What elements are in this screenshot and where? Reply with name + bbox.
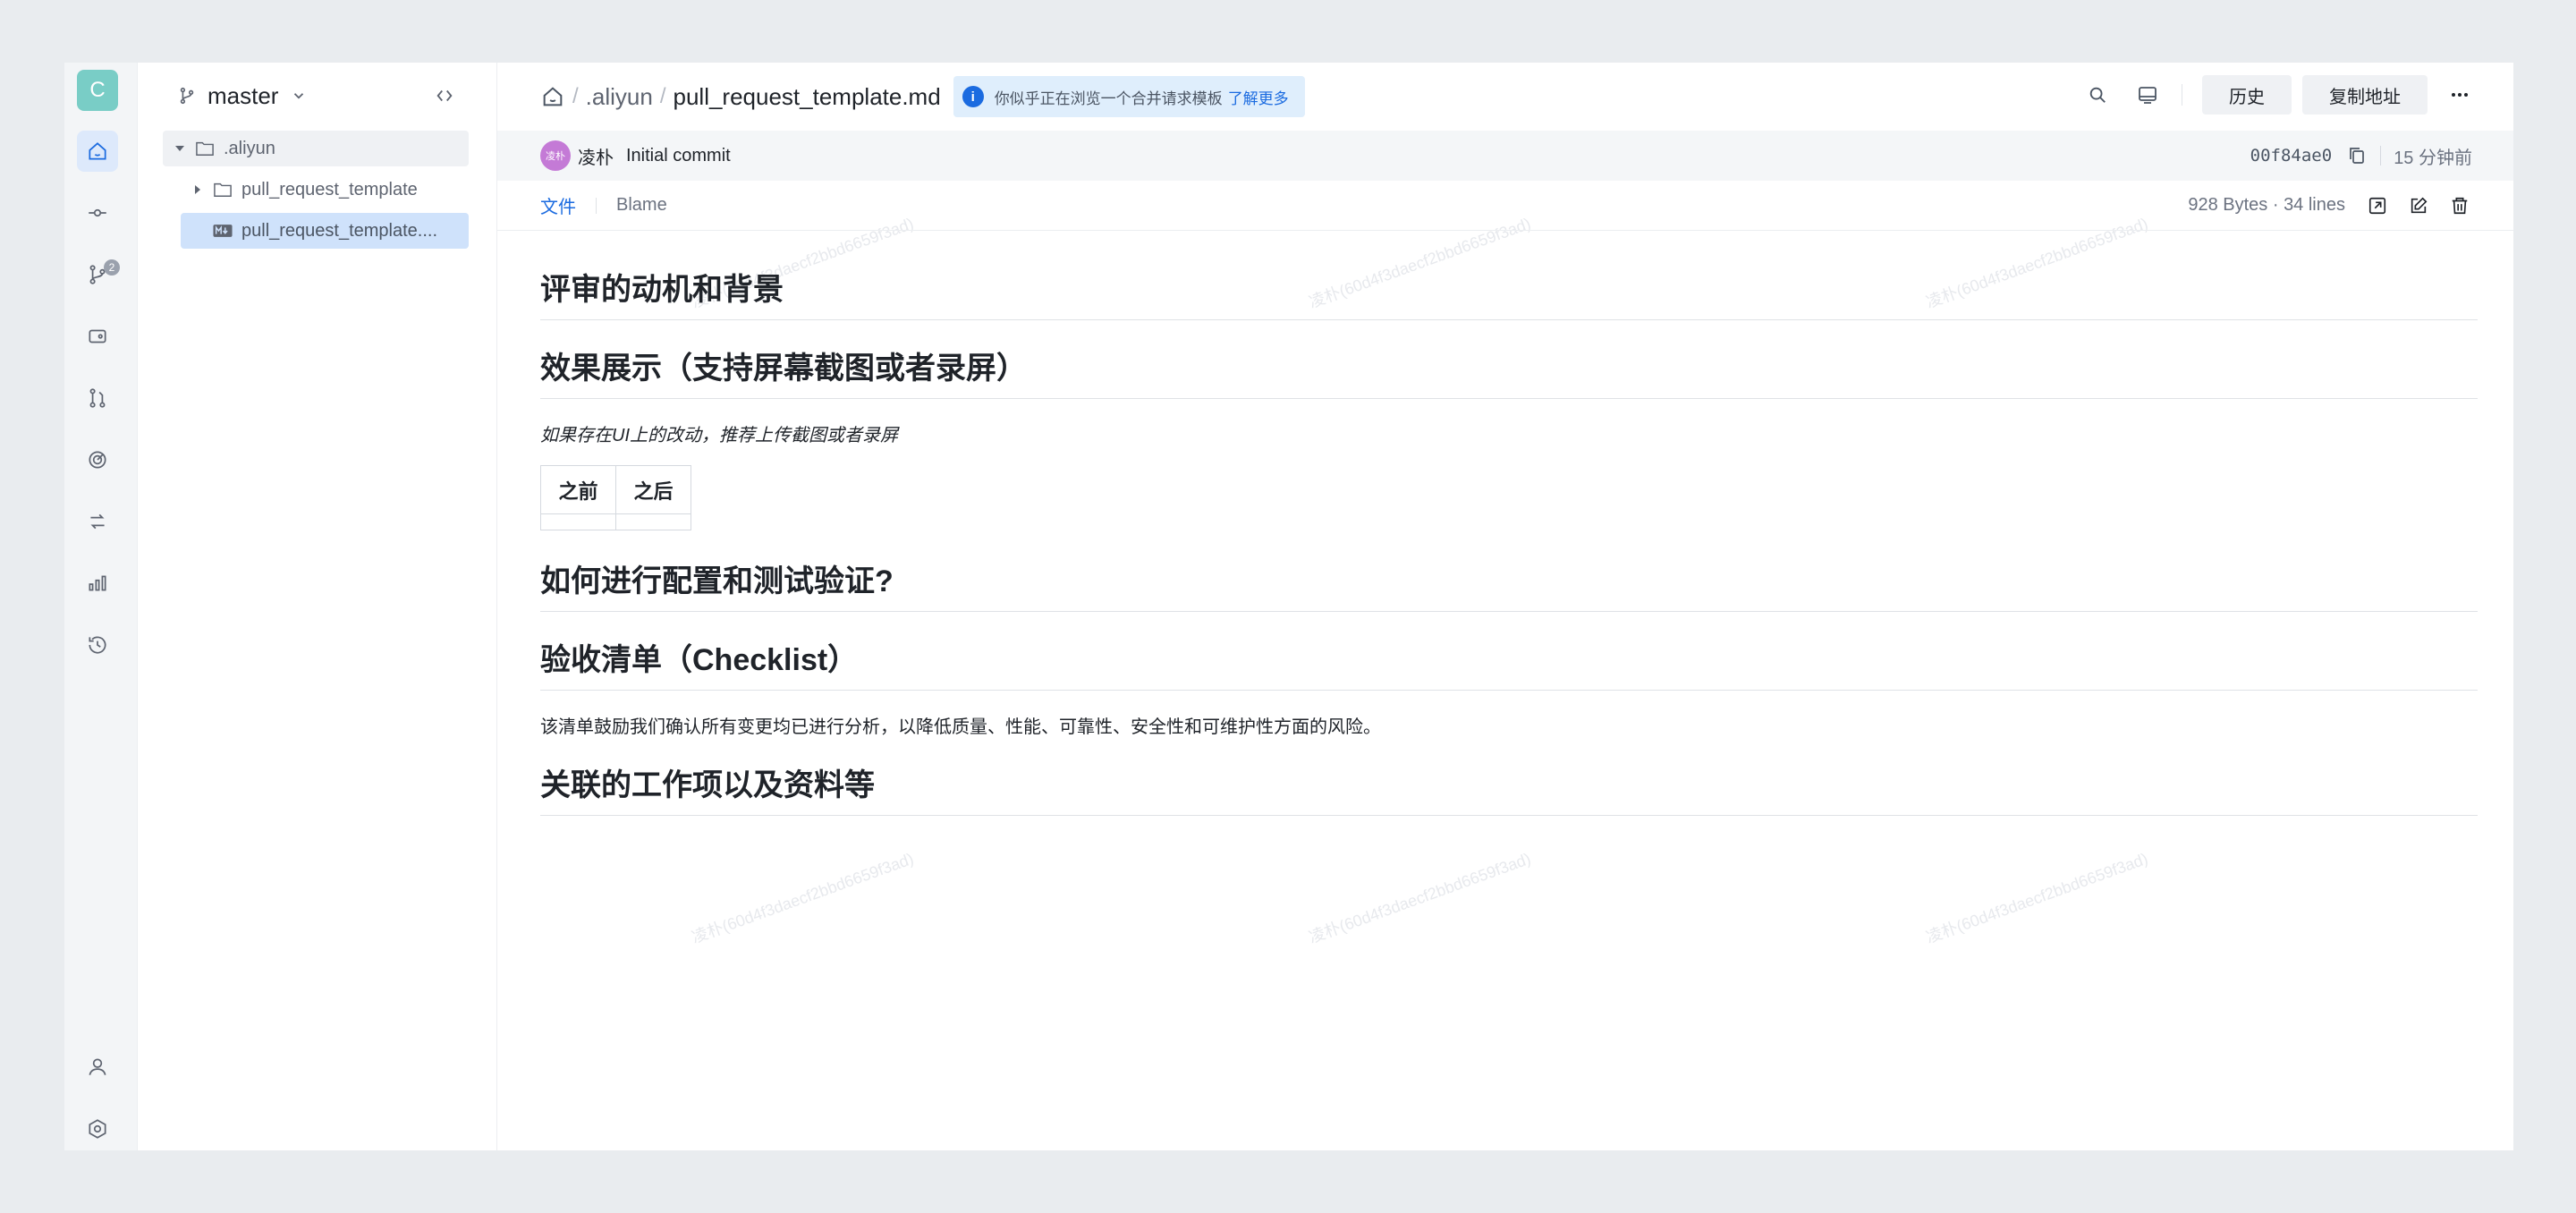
app-window: C 2 master .aliyun pull_request_template… xyxy=(64,63,2513,1150)
author-avatar: 凌朴 xyxy=(540,140,571,171)
collapse-tree-button[interactable] xyxy=(429,81,460,111)
repo-home-icon[interactable] xyxy=(540,84,565,109)
commit-hash[interactable]: 00f84ae0 xyxy=(2250,146,2333,165)
watermark: 凌朴(60d4f3daecf2bbd6659f3ad) xyxy=(1306,849,1534,947)
screenshot-note: 如果存在UI上的改动，推荐上传截图或者录屏 xyxy=(540,426,898,445)
file-actions: 历史 复制地址 xyxy=(2065,75,2478,115)
branch-name: master xyxy=(208,81,279,109)
view-tabs: 文件 Blame 928 Bytes · 34 lines xyxy=(497,181,2513,231)
nav-pipelines-icon[interactable] xyxy=(77,501,118,542)
nav-members-icon[interactable] xyxy=(77,1047,118,1088)
search-icon[interactable] xyxy=(2080,77,2115,113)
heading-related-items: 关联的工作项以及资料等 xyxy=(540,760,2478,816)
nav-tags-icon[interactable] xyxy=(77,316,118,357)
tree-item-aliyun[interactable]: .aliyun xyxy=(163,131,469,166)
file-header: / .aliyun / pull_request_template.md i 你… xyxy=(497,63,2513,131)
learn-more-link[interactable]: 了解更多 xyxy=(1228,86,1289,108)
nav-code-icon[interactable] xyxy=(77,131,118,172)
commit-message[interactable]: Initial commit xyxy=(626,146,731,166)
tab-blame[interactable]: Blame xyxy=(616,195,667,216)
heading-screenshots: 效果展示（支持屏幕截图或者录屏） xyxy=(540,344,2478,399)
nav-commits-icon[interactable] xyxy=(77,192,118,233)
branch-selector[interactable]: master xyxy=(177,73,307,118)
nav-merge-requests-icon[interactable] xyxy=(77,377,118,419)
tab-file[interactable]: 文件 xyxy=(540,192,576,218)
heading-testing: 如何进行配置和测试验证? xyxy=(540,556,2478,612)
before-after-table: 之前 之后 xyxy=(540,465,691,530)
notice-text: 你似乎正在浏览一个合并请求模板 xyxy=(994,89,1223,107)
commit-time: 15 分钟前 xyxy=(2394,148,2472,168)
tree-item-label: .aliyun xyxy=(224,138,275,158)
layout-toggle-icon[interactable] xyxy=(2130,77,2165,113)
watermark: 凌朴(60d4f3daecf2bbd6659f3ad) xyxy=(1923,849,2151,947)
nav-history-icon[interactable] xyxy=(77,624,118,666)
collapse-icon xyxy=(436,89,453,102)
branch-icon xyxy=(180,87,194,105)
chevron-down-icon xyxy=(294,93,304,99)
breadcrumb-folder[interactable]: .aliyun xyxy=(586,83,653,111)
heading-motivation: 评审的动机和背景 xyxy=(540,265,2478,320)
heading-checklist: 验收清单（Checklist） xyxy=(540,635,2478,691)
icon-rail: C 2 xyxy=(64,63,138,1150)
tree-item-label: pull_request_template xyxy=(242,179,418,199)
template-notice: i 你似乎正在浏览一个合并请求模板 了解更多 xyxy=(953,76,1305,117)
file-size-lines: 928 Bytes · 34 lines xyxy=(2188,195,2345,215)
info-icon: i xyxy=(962,86,984,107)
breadcrumb-separator: / xyxy=(659,84,666,108)
folder-icon xyxy=(213,181,233,199)
table-header-after: 之后 xyxy=(615,465,691,514)
breadcrumb-separator: / xyxy=(572,84,579,108)
breadcrumb-file: pull_request_template.md xyxy=(673,82,941,110)
open-raw-icon[interactable] xyxy=(2361,190,2394,222)
edit-icon[interactable] xyxy=(2402,190,2435,222)
copy-icon[interactable] xyxy=(2348,146,2366,165)
delete-icon[interactable] xyxy=(2444,190,2476,222)
markdown-file-icon xyxy=(213,224,233,238)
more-icon[interactable] xyxy=(2442,77,2478,113)
file-tree-panel: master .aliyun pull_request_template pul… xyxy=(138,63,497,1150)
breadcrumb: / .aliyun / pull_request_template.md xyxy=(540,83,941,111)
nav-branches-icon[interactable]: 2 xyxy=(77,254,120,295)
tree-item-pull-request-template-file[interactable]: pull_request_template.... xyxy=(181,213,469,249)
caret-down-icon xyxy=(170,143,190,154)
nav-settings-icon[interactable] xyxy=(77,1108,118,1149)
checklist-paragraph: 该清单鼓励我们确认所有变更均已进行分析，以降低质量、性能、可靠性、安全性和可维护… xyxy=(540,717,1381,737)
file-viewer: 凌朴(60d4f3daecf2bbd6659f3ad) 凌朴(60d4f3dae… xyxy=(497,63,2513,1150)
branches-badge: 2 xyxy=(104,259,120,276)
nav-review-icon[interactable] xyxy=(77,439,118,480)
caret-right-icon xyxy=(188,184,208,195)
watermark: 凌朴(60d4f3daecf2bbd6659f3ad) xyxy=(689,849,917,947)
history-button[interactable]: 历史 xyxy=(2202,75,2292,115)
nav-insights-icon[interactable] xyxy=(77,563,118,604)
last-commit-bar: 凌朴 凌朴 Initial commit 00f84ae0 15 分钟前 xyxy=(497,131,2513,181)
tree-item-label: pull_request_template.... xyxy=(242,220,438,241)
repo-avatar[interactable]: C xyxy=(77,70,118,111)
commit-author[interactable]: 凌朴 xyxy=(578,143,614,169)
copy-address-button[interactable]: 复制地址 xyxy=(2302,75,2428,115)
tree-item-pull-request-template-folder[interactable]: pull_request_template xyxy=(181,172,469,208)
folder-icon xyxy=(195,140,215,157)
table-header-before: 之前 xyxy=(540,465,616,514)
